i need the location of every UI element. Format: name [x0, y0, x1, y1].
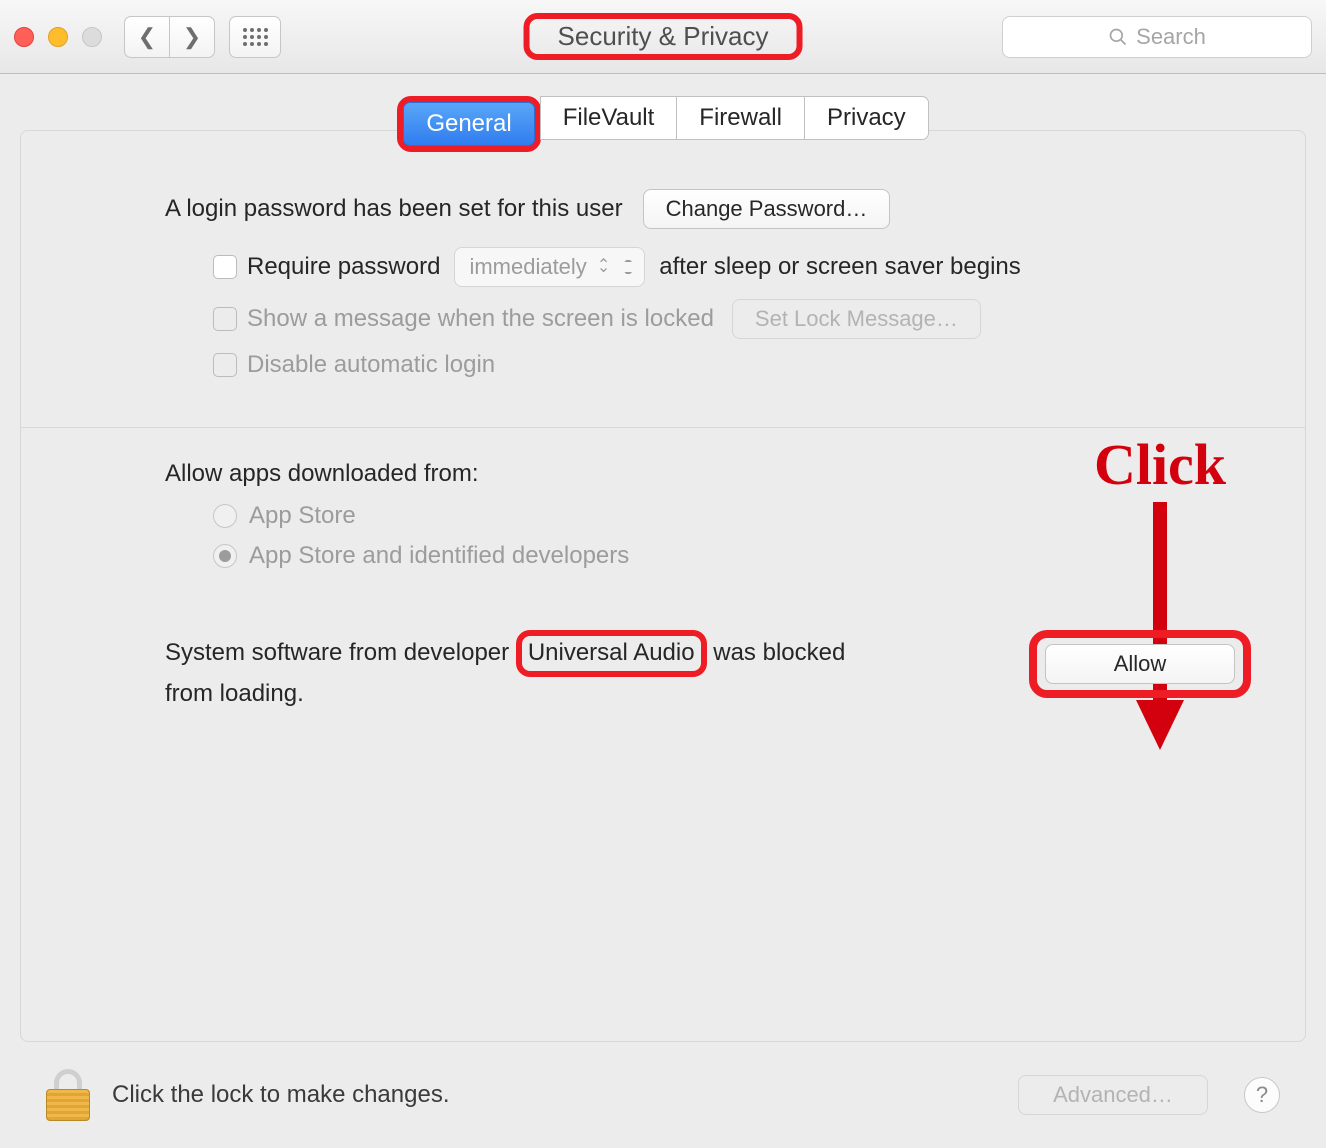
require-password-row: Require password immediately after sleep… [213, 247, 1269, 287]
radio-identified-label: App Store and identified developers [249, 542, 629, 570]
blocked-prefix: System software from developer [165, 639, 509, 666]
require-password-suffix: after sleep or screen saver begins [659, 253, 1021, 281]
tab-general[interactable]: General [403, 102, 534, 146]
advanced-button[interactable]: Advanced… [1018, 1075, 1208, 1115]
chevron-right-icon: ❯ [183, 24, 201, 50]
window-title: Security & Privacy [558, 21, 769, 52]
annotation-tab-highlight: General [397, 96, 540, 152]
radio-identified[interactable] [213, 544, 237, 568]
tabs-container: General FileVault Firewall Privacy [20, 96, 1306, 152]
disable-auto-login-label: Disable automatic login [247, 351, 495, 379]
gatekeeper-title: Allow apps downloaded from: [165, 460, 1269, 488]
annotation-title-highlight: Security & Privacy [524, 13, 803, 60]
require-password-label: Require password [247, 253, 440, 281]
window-title-container: Security & Privacy [524, 13, 803, 60]
window-toolbar: ❮ ❯ Security & Privacy Search [0, 0, 1326, 74]
help-button[interactable]: ? [1244, 1077, 1280, 1113]
show-all-prefs-button[interactable] [229, 16, 281, 58]
annotation-developer-highlight: Universal Audio [516, 630, 707, 677]
arrow-down-icon [1130, 502, 1190, 752]
lock-icon[interactable] [46, 1069, 90, 1121]
require-password-delay-value: immediately [469, 254, 586, 280]
back-button[interactable]: ❮ [124, 16, 170, 58]
lock-hint-text: Click the lock to make changes. [112, 1081, 450, 1109]
change-password-button[interactable]: Change Password… [643, 189, 891, 229]
set-lock-message-button[interactable]: Set Lock Message… [732, 299, 981, 339]
forward-button[interactable]: ❯ [169, 16, 215, 58]
help-icon: ? [1256, 1082, 1268, 1108]
tab-firewall[interactable]: Firewall [676, 96, 805, 140]
search-placeholder: Search [1136, 24, 1206, 50]
chevron-left-icon: ❮ [138, 24, 156, 50]
require-password-checkbox[interactable] [213, 255, 237, 279]
gatekeeper-option-identified: App Store and identified developers [213, 542, 1269, 570]
close-window-button[interactable] [14, 27, 34, 47]
zoom-window-button[interactable] [82, 27, 102, 47]
search-icon [1108, 27, 1128, 47]
window-controls [14, 27, 102, 47]
require-password-delay-select[interactable]: immediately [454, 247, 645, 287]
section-divider [21, 427, 1305, 428]
radio-appstore-label: App Store [249, 502, 356, 530]
tab-content-general: A login password has been set for this u… [20, 130, 1306, 1042]
allow-button-container: Allow [1029, 630, 1251, 698]
gatekeeper-option-appstore: App Store [213, 502, 1269, 530]
tab-privacy[interactable]: Privacy [804, 96, 929, 140]
show-lock-message-row: Show a message when the screen is locked… [213, 299, 1269, 339]
select-stepper-icon [597, 262, 610, 272]
search-field[interactable]: Search [1002, 16, 1312, 58]
show-lock-message-label: Show a message when the screen is locked [247, 305, 714, 333]
blocked-software-text: System software from developer Universal… [165, 630, 885, 712]
search-container: Search [1002, 16, 1312, 58]
grid-icon [243, 28, 268, 46]
tab-filevault[interactable]: FileVault [540, 96, 678, 140]
show-lock-message-checkbox[interactable] [213, 307, 237, 331]
disable-auto-login-row: Disable automatic login [213, 351, 1269, 379]
login-password-row: A login password has been set for this u… [165, 189, 1269, 229]
nav-buttons: ❮ ❯ [124, 16, 215, 58]
preferences-panel: General FileVault Firewall Privacy A log… [0, 74, 1326, 1148]
tab-bar: General FileVault Firewall Privacy [397, 96, 928, 152]
disable-auto-login-checkbox[interactable] [213, 353, 237, 377]
minimize-window-button[interactable] [48, 27, 68, 47]
radio-appstore[interactable] [213, 504, 237, 528]
panel-footer: Click the lock to make changes. Advanced… [20, 1042, 1306, 1148]
login-password-status: A login password has been set for this u… [165, 195, 623, 223]
allow-button[interactable]: Allow [1045, 644, 1235, 684]
annotation-allow-highlight: Allow [1029, 630, 1251, 698]
blocked-developer-name: Universal Audio [528, 639, 695, 666]
blocked-software-row: System software from developer Universal… [57, 630, 1269, 712]
